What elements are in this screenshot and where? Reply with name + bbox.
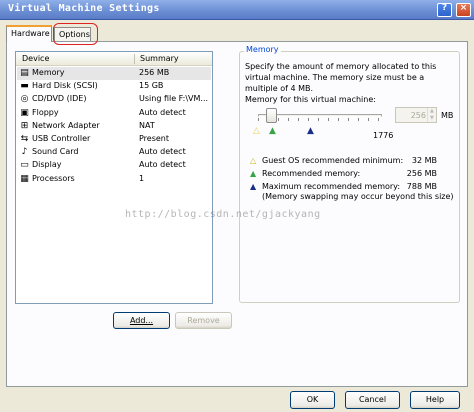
device-row[interactable]: ▬ Hard Disk (SCSI) 15 GB	[17, 80, 211, 93]
device-summary: Auto detect	[139, 160, 186, 170]
slider-tick	[328, 118, 329, 121]
device-summary: Auto detect	[139, 107, 186, 117]
max-marker-icon: ▲	[307, 126, 314, 136]
min-marker-icon: △	[253, 126, 260, 136]
device-summary: Present	[139, 134, 170, 143]
spin-down-icon[interactable]: ▼	[430, 115, 434, 121]
device-summary: NAT	[139, 120, 155, 130]
network-adapter-icon: ⊞	[20, 120, 29, 131]
floppy-icon: ▣	[20, 107, 29, 118]
cd-dvd-icon: ◎	[20, 94, 29, 105]
watermark: http://blog.csdn.net/gjackyang	[125, 209, 321, 220]
memory-spinbox[interactable]: 256 ▲ ▼	[395, 107, 437, 123]
slider-tick	[278, 118, 279, 121]
add-button[interactable]: Add...	[113, 312, 170, 329]
ok-button[interactable]: OK	[290, 391, 335, 409]
device-row[interactable]: ▤ Memory 256 MB	[17, 67, 211, 80]
slider-tick	[308, 118, 309, 121]
processors-icon: ▦	[20, 173, 29, 184]
close-button[interactable]: ×	[456, 3, 471, 17]
device-name: CD/DVD (IDE)	[32, 94, 87, 104]
slider-tick	[338, 118, 339, 121]
legend-maximum-value: 788 MB	[406, 182, 437, 191]
slider-tick	[378, 118, 379, 121]
device-row[interactable]: ♪ Sound Card Auto detect	[17, 146, 211, 159]
legend-recommended-label: Recommended memory:	[262, 169, 361, 178]
slider-tick	[318, 118, 319, 121]
device-row[interactable]: ▦ Processors 1	[17, 173, 211, 186]
slider-tick	[358, 118, 359, 121]
device-name: Display	[32, 160, 62, 170]
memory-slider-thumb[interactable]	[266, 108, 277, 123]
device-name: Sound Card	[32, 147, 79, 157]
device-row[interactable]: ◎ CD/DVD (IDE) Using file F:\VM...	[17, 93, 211, 106]
device-name: Network Adapter	[32, 120, 100, 130]
column-header-device[interactable]: Device	[22, 54, 49, 63]
recommended-triangle-icon: ▲	[250, 169, 257, 178]
memory-value: 256	[410, 111, 426, 120]
max-triangle-icon: ▲	[250, 182, 257, 191]
memory-group-label: Memory	[244, 45, 281, 54]
hard-disk-icon: ▬	[20, 81, 29, 92]
spin-arrows[interactable]: ▲ ▼	[427, 108, 436, 122]
device-summary: 15 GB	[139, 81, 164, 91]
display-icon: ▭	[20, 160, 29, 171]
memory-unit: MB	[441, 111, 454, 120]
help-button[interactable]: Help	[410, 391, 460, 409]
device-name: Floppy	[32, 107, 59, 117]
memory-swap-note: (Memory swapping may occur beyond this s…	[262, 192, 454, 201]
tab-hardware[interactable]: Hardware	[6, 25, 52, 42]
window-title: Virtual Machine Settings	[8, 3, 160, 14]
memory-field-label: Memory for this virtual machine:	[245, 95, 376, 104]
question-icon: ?	[441, 3, 448, 13]
recommended-marker-icon: ▲	[269, 126, 276, 136]
device-row[interactable]: ▣ Floppy Auto detect	[17, 107, 211, 120]
legend-maximum-label: Maximum recommended memory:	[262, 182, 401, 191]
help-button-titlebar[interactable]: ?	[437, 3, 452, 17]
legend-recommended-value: 256 MB	[406, 169, 437, 178]
device-row[interactable]: ⇆ USB Controller Present	[17, 133, 211, 146]
column-separator[interactable]	[134, 54, 135, 64]
highlight-annotation	[53, 23, 98, 45]
device-row[interactable]: ⊞ Network Adapter NAT	[17, 120, 211, 133]
column-header-summary[interactable]: Summary	[140, 54, 179, 63]
device-name: Hard Disk (SCSI)	[32, 81, 98, 91]
legend-minimum-label: Guest OS recommended minimum:	[262, 156, 404, 165]
close-icon: ×	[459, 3, 468, 13]
memory-icon: ▤	[20, 68, 29, 78]
usb-controller-icon: ⇆	[20, 134, 29, 144]
slider-tick	[348, 118, 349, 121]
device-name: USB Controller	[32, 134, 91, 143]
list-header: Device Summary	[16, 52, 212, 66]
slider-max-label: 1776	[373, 131, 394, 140]
min-triangle-icon: △	[250, 156, 257, 165]
memory-description: Specify the amount of memory allocated t…	[245, 62, 437, 93]
device-summary: 1	[139, 173, 145, 183]
device-row[interactable]: ▭ Display Auto detect	[17, 159, 211, 172]
device-summary: Using file F:\VM...	[139, 94, 209, 104]
device-summary: 256 MB	[139, 68, 170, 77]
title-bar: Virtual Machine Settings ? ×	[0, 0, 474, 20]
slider-tick	[288, 118, 289, 121]
legend-minimum-value: 32 MB	[411, 156, 437, 165]
device-name: Memory	[32, 68, 65, 77]
sound-card-icon: ♪	[21, 147, 28, 158]
device-summary: Auto detect	[139, 147, 186, 157]
slider-tick	[368, 118, 369, 121]
slider-tick	[258, 118, 259, 121]
device-list[interactable]: Device Summary ▤ Memory 256 MB ▬ Hard Disk (…	[15, 51, 213, 304]
slider-tick	[298, 118, 299, 121]
cancel-button[interactable]: Cancel	[345, 391, 400, 409]
spin-up-icon[interactable]: ▲	[430, 108, 434, 114]
device-name: Processors	[32, 173, 75, 183]
remove-button[interactable]: Remove	[175, 312, 232, 329]
